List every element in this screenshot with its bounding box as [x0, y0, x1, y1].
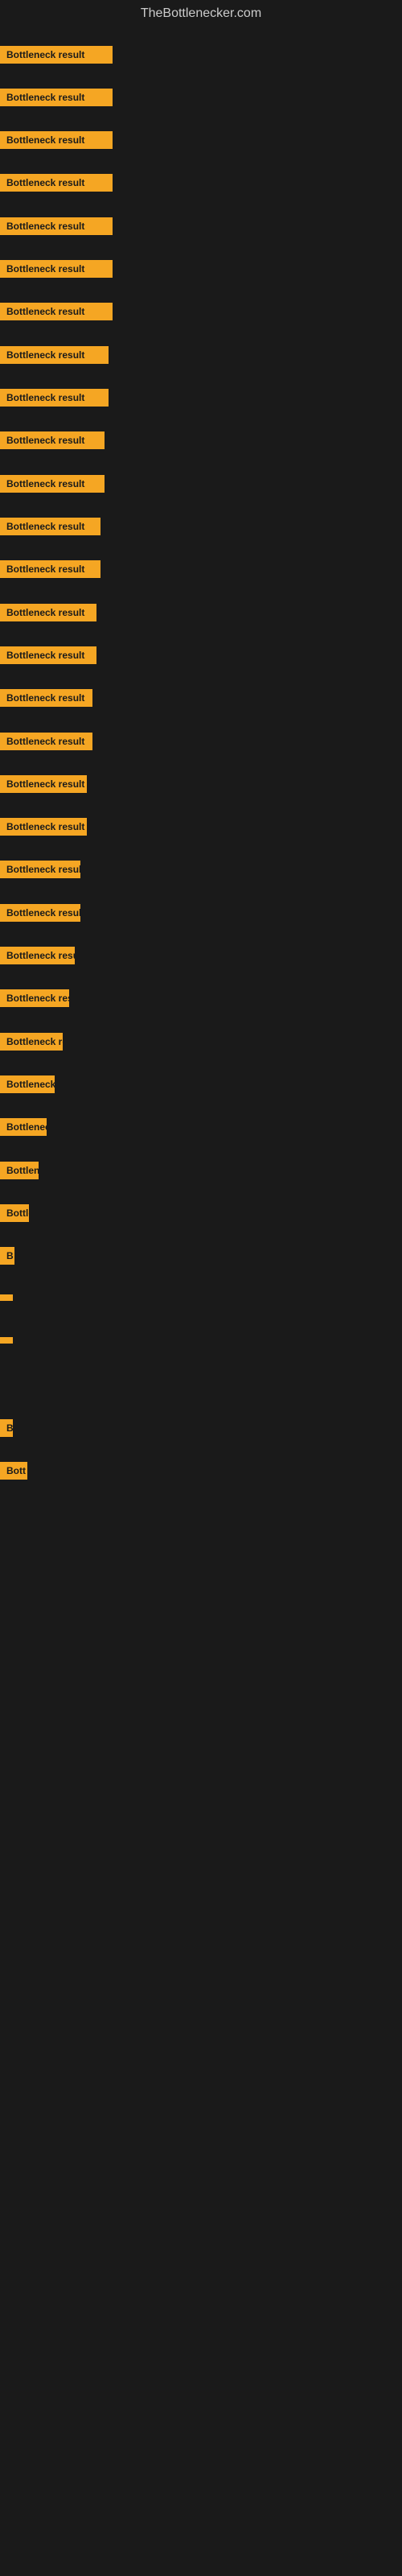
- bottleneck-item-4: Bottleneck result: [0, 174, 113, 196]
- bottleneck-badge-5[interactable]: Bottleneck result: [0, 217, 113, 235]
- bottleneck-badge-13[interactable]: Bottleneck result: [0, 560, 100, 578]
- bottleneck-badge-27[interactable]: Bottleneck result: [0, 1162, 39, 1179]
- bottleneck-badge-20[interactable]: Bottleneck result: [0, 861, 80, 878]
- bottleneck-item-32: B: [0, 1419, 13, 1441]
- bottleneck-badge-31[interactable]: [0, 1337, 13, 1344]
- bottleneck-badge-8[interactable]: Bottleneck result: [0, 346, 109, 364]
- bottleneck-item-15: Bottleneck result: [0, 646, 96, 668]
- bottleneck-item-11: Bottleneck result: [0, 475, 105, 497]
- bottleneck-badge-23[interactable]: Bottleneck result: [0, 989, 69, 1007]
- bottleneck-badge-9[interactable]: Bottleneck result: [0, 389, 109, 407]
- bottleneck-badge-11[interactable]: Bottleneck result: [0, 475, 105, 493]
- bottleneck-item-10: Bottleneck result: [0, 431, 105, 453]
- bottleneck-badge-19[interactable]: Bottleneck result: [0, 818, 87, 836]
- bottleneck-item-8: Bottleneck result: [0, 346, 109, 368]
- bottleneck-item-29: B: [0, 1247, 14, 1269]
- bottleneck-item-9: Bottleneck result: [0, 389, 109, 411]
- bottleneck-item-19: Bottleneck result: [0, 818, 87, 840]
- bottleneck-item-26: Bottleneck result: [0, 1118, 47, 1140]
- bottleneck-badge-29[interactable]: B: [0, 1247, 14, 1265]
- bottleneck-badge-10[interactable]: Bottleneck result: [0, 431, 105, 449]
- bottleneck-badge-32[interactable]: B: [0, 1419, 13, 1437]
- bottleneck-item-27: Bottleneck result: [0, 1162, 39, 1183]
- bottleneck-badge-28[interactable]: Bottleneck result: [0, 1204, 29, 1222]
- bottleneck-badge-3[interactable]: Bottleneck result: [0, 131, 113, 149]
- bottleneck-item-24: Bottleneck result: [0, 1033, 63, 1055]
- bottleneck-badge-1[interactable]: Bottleneck result: [0, 46, 113, 64]
- bottleneck-item-3: Bottleneck result: [0, 131, 113, 153]
- bottleneck-item-6: Bottleneck result: [0, 260, 113, 282]
- bottleneck-item-7: Bottleneck result: [0, 303, 113, 324]
- bottleneck-item-22: Bottleneck result: [0, 947, 75, 968]
- bottleneck-badge-4[interactable]: Bottleneck result: [0, 174, 113, 192]
- bottleneck-item-13: Bottleneck result: [0, 560, 100, 582]
- bottleneck-item-23: Bottleneck result: [0, 989, 69, 1011]
- bottleneck-item-5: Bottleneck result: [0, 217, 113, 239]
- bottleneck-item-28: Bottleneck result: [0, 1204, 29, 1226]
- bottleneck-item-30: [0, 1290, 13, 1305]
- bottleneck-badge-24[interactable]: Bottleneck result: [0, 1033, 63, 1051]
- bottleneck-item-31: [0, 1333, 13, 1348]
- bottleneck-item-18: Bottleneck result: [0, 775, 87, 797]
- bottleneck-item-16: Bottleneck result: [0, 689, 92, 711]
- site-title: TheBottlenecker.com: [0, 0, 402, 24]
- bottleneck-item-21: Bottleneck result: [0, 904, 80, 926]
- bottleneck-badge-21[interactable]: Bottleneck result: [0, 904, 80, 922]
- bottleneck-badge-16[interactable]: Bottleneck result: [0, 689, 92, 707]
- bottleneck-badge-7[interactable]: Bottleneck result: [0, 303, 113, 320]
- bottleneck-item-17: Bottleneck result: [0, 733, 92, 754]
- bottleneck-item-33: Bott: [0, 1462, 27, 1484]
- bottleneck-badge-2[interactable]: Bottleneck result: [0, 89, 113, 106]
- bottleneck-item-20: Bottleneck result: [0, 861, 80, 882]
- bottleneck-badge-26[interactable]: Bottleneck result: [0, 1118, 47, 1136]
- bottleneck-item-14: Bottleneck result: [0, 604, 96, 625]
- bottleneck-item-12: Bottleneck result: [0, 518, 100, 539]
- bottleneck-badge-22[interactable]: Bottleneck result: [0, 947, 75, 964]
- bottleneck-badge-15[interactable]: Bottleneck result: [0, 646, 96, 664]
- bottleneck-badge-25[interactable]: Bottleneck result: [0, 1075, 55, 1093]
- bottleneck-badge-18[interactable]: Bottleneck result: [0, 775, 87, 793]
- bottleneck-badge-33[interactable]: Bott: [0, 1462, 27, 1480]
- bottleneck-item-25: Bottleneck result: [0, 1075, 55, 1097]
- bottleneck-item-2: Bottleneck result: [0, 89, 113, 110]
- bottleneck-badge-14[interactable]: Bottleneck result: [0, 604, 96, 621]
- bottleneck-badge-6[interactable]: Bottleneck result: [0, 260, 113, 278]
- bottleneck-badge-17[interactable]: Bottleneck result: [0, 733, 92, 750]
- bottleneck-badge-30[interactable]: [0, 1294, 13, 1301]
- bottleneck-badge-12[interactable]: Bottleneck result: [0, 518, 100, 535]
- bottleneck-item-1: Bottleneck result: [0, 46, 113, 68]
